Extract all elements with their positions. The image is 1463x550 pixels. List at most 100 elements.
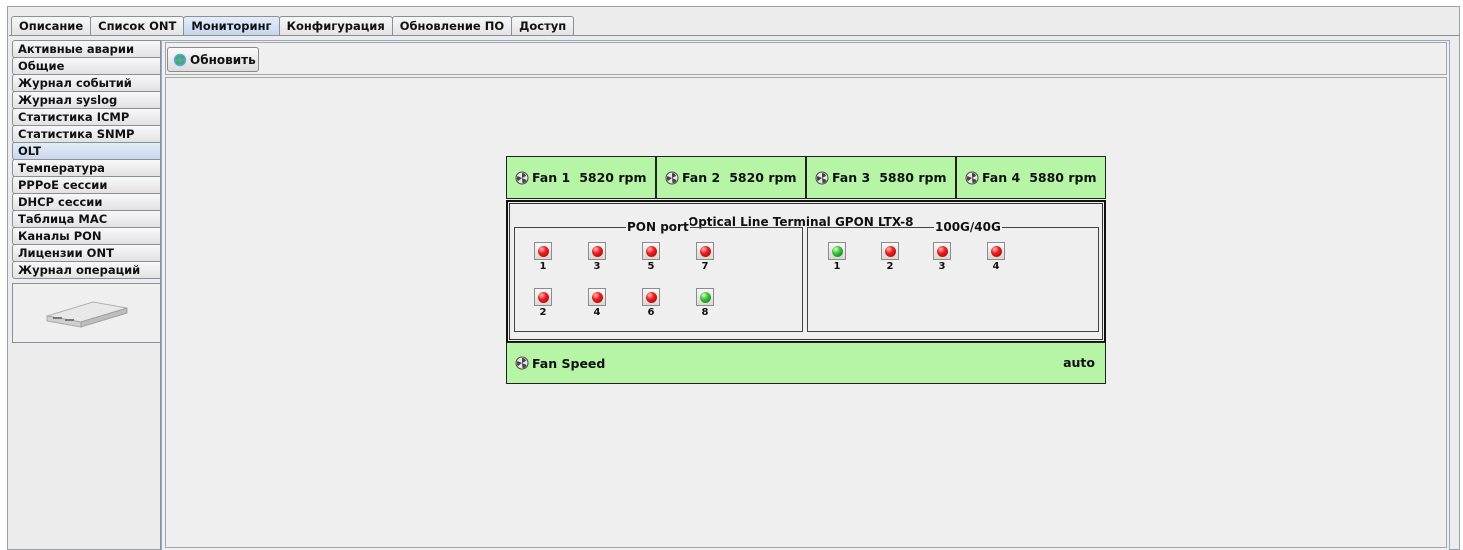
port-led (696, 288, 714, 306)
status-led-green-icon (699, 291, 711, 303)
pon-port-group-label: PON port (626, 220, 690, 234)
side-tab-temperature[interactable]: Температура (12, 159, 161, 177)
status-led-red-icon (591, 291, 603, 303)
uplink-port-group (807, 227, 1099, 332)
pon-port-6[interactable]: 6 (641, 288, 661, 319)
status-led-red-icon (884, 245, 896, 257)
side-tab-operations-log[interactable]: Журнал операций (12, 261, 161, 279)
status-led-red-icon (990, 245, 1002, 257)
pon-port-4[interactable]: 4 (587, 288, 607, 319)
refresh-label: Обновить (190, 52, 256, 67)
status-led-red-icon (591, 245, 603, 257)
fan-1-cell: Fan 1 5820 rpm (507, 157, 656, 198)
side-tab-active-alarms[interactable]: Активные аварии (12, 40, 161, 58)
port-number: 8 (701, 307, 709, 318)
status-led-red-icon (645, 291, 657, 303)
side-tab-pon-channels[interactable]: Каналы PON (12, 227, 161, 245)
fan-speed-row: Fan Speed auto (506, 342, 1106, 384)
tab-ont-list[interactable]: Список ONT (90, 16, 185, 35)
port-led (534, 288, 552, 306)
status-led-red-icon (699, 245, 711, 257)
tab-description[interactable]: Описание (11, 16, 92, 35)
fan-4-rpm: 5880 rpm (1029, 170, 1097, 185)
port-led (588, 288, 606, 306)
side-tab-ont-licenses[interactable]: Лицензии ONT (12, 244, 161, 262)
status-led-red-icon (537, 291, 549, 303)
port-led (642, 242, 660, 260)
side-tab-dhcp-sessions[interactable]: DHCP сессии (12, 193, 161, 211)
fan-4-cell: Fan 4 5880 rpm (957, 157, 1105, 198)
side-tab-general[interactable]: Общие (12, 57, 161, 75)
port-number: 2 (539, 307, 547, 318)
uplink-port-group-label: 100G/40G (934, 220, 1002, 234)
port-number: 5 (647, 261, 655, 272)
fan-4-label: Fan 4 (982, 170, 1021, 185)
fan-1-rpm: 5820 rpm (579, 170, 647, 185)
pon-port-7[interactable]: 7 (695, 242, 715, 273)
pon-port-5[interactable]: 5 (641, 242, 661, 273)
status-led-red-icon (936, 245, 948, 257)
fan-3-cell: Fan 3 5880 rpm (807, 157, 956, 198)
port-number: 7 (701, 261, 709, 272)
fan-icon (515, 171, 529, 184)
side-tab-list: Активные аварии Общие Журнал событий Жур… (12, 40, 161, 279)
fan-speed-label: Fan Speed (532, 355, 606, 371)
port-number: 2 (886, 261, 894, 272)
status-led-red-icon (537, 245, 549, 257)
fan-icon (515, 356, 529, 370)
port-led (588, 242, 606, 260)
top-tab-bar: Описание Список ONT Мониторинг Конфигура… (11, 16, 575, 36)
pon-port-3[interactable]: 3 (587, 242, 607, 273)
side-tab-pppoe-sessions[interactable]: PPPoE сессии (12, 176, 161, 194)
fan-icon (965, 171, 979, 184)
fan-2-label: Fan 2 (682, 170, 721, 185)
port-number: 1 (539, 261, 547, 272)
side-tab-syslog[interactable]: Журнал syslog (12, 91, 161, 109)
tab-configuration[interactable]: Конфигурация (278, 16, 393, 35)
fan-2-rpm: 5820 rpm (729, 170, 797, 185)
uplink-port-1[interactable]: 1 (827, 242, 847, 273)
fan-1-label: Fan 1 (532, 170, 571, 185)
side-tab-olt[interactable]: OLT (12, 142, 161, 160)
tab-bar-divider (9, 35, 1459, 36)
uplink-port-2[interactable]: 2 (880, 242, 900, 273)
port-number: 3 (593, 261, 601, 272)
fan-icon (665, 171, 679, 184)
status-led-red-icon (645, 245, 657, 257)
refresh-button[interactable]: Обновить (167, 47, 259, 72)
port-led (696, 242, 714, 260)
port-number: 1 (833, 261, 841, 272)
port-led (828, 242, 846, 260)
fan-2-cell: Fan 2 5820 rpm (657, 157, 806, 198)
toolbar (165, 42, 1447, 75)
side-tab-event-log[interactable]: Журнал событий (12, 74, 161, 92)
side-tab-icmp-stats[interactable]: Статистика ICMP (12, 108, 161, 126)
pon-port-1[interactable]: 1 (533, 242, 553, 273)
pon-port-2[interactable]: 2 (533, 288, 553, 319)
port-number: 4 (992, 261, 1000, 272)
fan-3-rpm: 5880 rpm (879, 170, 947, 185)
port-led (881, 242, 899, 260)
fan-status-row: Fan 1 5820 rpm Fan 2 5820 rpm Fan 3 5880… (506, 156, 1106, 199)
tab-access[interactable]: Доступ (511, 16, 575, 35)
tab-firmware-update[interactable]: Обновление ПО (391, 16, 513, 35)
side-tab-snmp-stats[interactable]: Статистика SNMP (12, 125, 161, 143)
port-number: 3 (938, 261, 946, 272)
port-led (534, 242, 552, 260)
uplink-port-4[interactable]: 4 (986, 242, 1006, 273)
port-number: 4 (593, 307, 601, 318)
fan-3-label: Fan 3 (832, 170, 871, 185)
port-led (933, 242, 951, 260)
status-led-green-icon (831, 245, 843, 257)
device-thumbnail-box (12, 283, 161, 343)
tab-monitoring[interactable]: Мониторинг (183, 16, 280, 35)
device-image-icon (46, 301, 128, 328)
uplink-port-3[interactable]: 3 (932, 242, 952, 273)
fan-icon (815, 171, 829, 184)
port-led (987, 242, 1005, 260)
side-tab-mac-table[interactable]: Таблица MAC (12, 210, 161, 228)
pon-port-8[interactable]: 8 (695, 288, 715, 319)
port-number: 6 (647, 307, 655, 318)
fan-speed-value: auto (1063, 355, 1095, 370)
fan-speed-cell: Fan Speed (507, 343, 807, 383)
